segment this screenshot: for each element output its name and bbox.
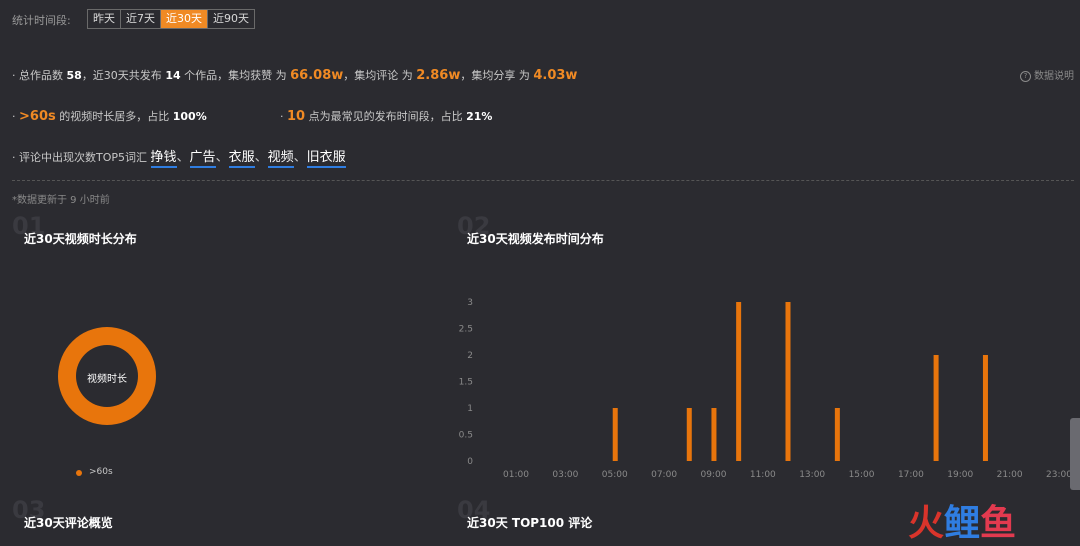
y-tick-label: 2.5	[459, 325, 473, 335]
watermark-char: 鲤	[944, 503, 981, 544]
separator: 、	[293, 150, 307, 165]
x-tick-label: 01:00	[503, 470, 529, 480]
chart-bar[interactable]	[612, 408, 618, 461]
summary-line-duration: · >60s 的视频时长居多，占比 100%	[12, 108, 207, 124]
help-label: 数据说明	[1034, 71, 1074, 82]
period-tabs: 昨天 近7天 近30天 近90天	[87, 9, 255, 29]
y-tick-label: 0	[467, 457, 473, 467]
summary-line-top-words: · 评论中出现次数TOP5词汇 挣钱、广告、衣服、视频、旧衣服	[12, 146, 346, 168]
summary-line-hour: · 10 点为最常见的发布时间段，占比 21%	[280, 108, 492, 124]
donut-center-label: 视频时长	[87, 374, 127, 385]
chart-bar[interactable]	[736, 302, 742, 461]
watermark-logo: 火鲤鱼	[908, 494, 1016, 546]
legend-dot	[76, 470, 82, 476]
separator: 、	[254, 150, 268, 165]
x-tick-label: 09:00	[700, 470, 726, 480]
hour-percent: 21%	[466, 110, 493, 123]
likes-label: 集均获赞 为	[228, 69, 287, 82]
period-label: 统计时间段:	[12, 14, 71, 27]
section-title-duration: 近30天视频时长分布	[24, 232, 137, 246]
separator: 、	[215, 150, 229, 165]
separator: 、	[176, 150, 190, 165]
section-title-top100-comments: 近30天 TOP100 评论	[467, 516, 593, 530]
chart-bar[interactable]	[933, 355, 939, 461]
data-help-link[interactable]: ? 数据说明	[1020, 67, 1074, 82]
total-works-value: 58	[66, 69, 82, 82]
section-title-comments-overview: 近30天评论概览	[24, 516, 113, 530]
shares-value: 4.03w	[533, 68, 578, 83]
update-note: *数据更新于 9 小时前	[12, 195, 110, 206]
top-word[interactable]: 挣钱	[150, 150, 177, 168]
x-tick-label: 03:00	[552, 470, 578, 480]
likes-value: 66.08w	[290, 68, 344, 83]
legend-label[interactable]: >60s	[89, 467, 113, 477]
bullet: ·	[12, 110, 16, 123]
tab-90-days[interactable]: 近90天	[208, 10, 254, 28]
x-tick-label: 05:00	[602, 470, 628, 480]
x-tick-label: 15:00	[849, 470, 875, 480]
comments-label: ，集均评论 为	[343, 69, 413, 82]
watermark-char: 鱼	[980, 503, 1017, 544]
section-title-publish-time: 近30天视频发布时间分布	[467, 232, 604, 246]
top-word[interactable]: 旧衣服	[306, 150, 346, 168]
top-word[interactable]: 衣服	[228, 150, 255, 168]
summary-text: ，近30天共发布	[81, 69, 162, 82]
top-word[interactable]: 广告	[189, 150, 216, 168]
y-tick-label: 1	[467, 404, 473, 414]
bullet: ·	[280, 110, 284, 123]
tab-30-days[interactable]: 近30天	[161, 10, 208, 28]
summary-text: · 总作品数	[12, 69, 63, 82]
y-tick-label: 3	[467, 298, 473, 308]
published-value: 14	[165, 69, 181, 82]
chart-bar[interactable]	[982, 355, 988, 461]
x-tick-label: 13:00	[799, 470, 825, 480]
x-tick-label: 07:00	[651, 470, 677, 480]
chart-bar[interactable]	[711, 408, 717, 461]
chart-bar[interactable]	[686, 408, 692, 461]
side-scroll-handle[interactable]	[1070, 418, 1080, 490]
top-word[interactable]: 视频	[267, 150, 294, 168]
summary-text: 的视频时长居多，占比	[59, 110, 170, 123]
duration-value: >60s	[19, 109, 56, 124]
summary-text: 个作品，	[184, 69, 229, 82]
divider	[12, 180, 1074, 181]
chart-bar[interactable]	[785, 302, 791, 461]
duration-percent: 100%	[172, 110, 207, 123]
x-tick-label: 23:00	[1046, 470, 1072, 480]
summary-text: · 评论中出现次数TOP5词汇	[12, 151, 148, 164]
summary-line-works: · 总作品数 58，近30天共发布 14 个作品，集均获赞 为 66.08w，集…	[12, 67, 577, 83]
hour-value: 10	[287, 109, 306, 124]
question-icon: ?	[1020, 71, 1031, 82]
chart-bar[interactable]	[834, 408, 840, 461]
x-tick-label: 17:00	[898, 470, 924, 480]
y-tick-label: 0.5	[459, 431, 473, 441]
y-tick-label: 1.5	[459, 378, 473, 388]
publish-time-chart: 0 0.5 1 1.5 2 2.5 3 01:00 03:00 05:00 07:00 09:00 1…	[459, 298, 1073, 480]
tab-yesterday[interactable]: 昨天	[88, 10, 121, 28]
x-tick-label: 11:00	[750, 470, 776, 480]
summary-text: 点为最常见的发布时间段，占比	[308, 110, 463, 123]
shares-label: ，集均分享 为	[460, 69, 530, 82]
x-tick-label: 21:00	[997, 470, 1023, 480]
comments-value: 2.86w	[416, 68, 461, 83]
x-tick-label: 19:00	[947, 470, 973, 480]
y-tick-label: 2	[467, 351, 473, 361]
watermark-char: 火	[908, 503, 945, 544]
tab-7-days[interactable]: 近7天	[121, 10, 161, 28]
